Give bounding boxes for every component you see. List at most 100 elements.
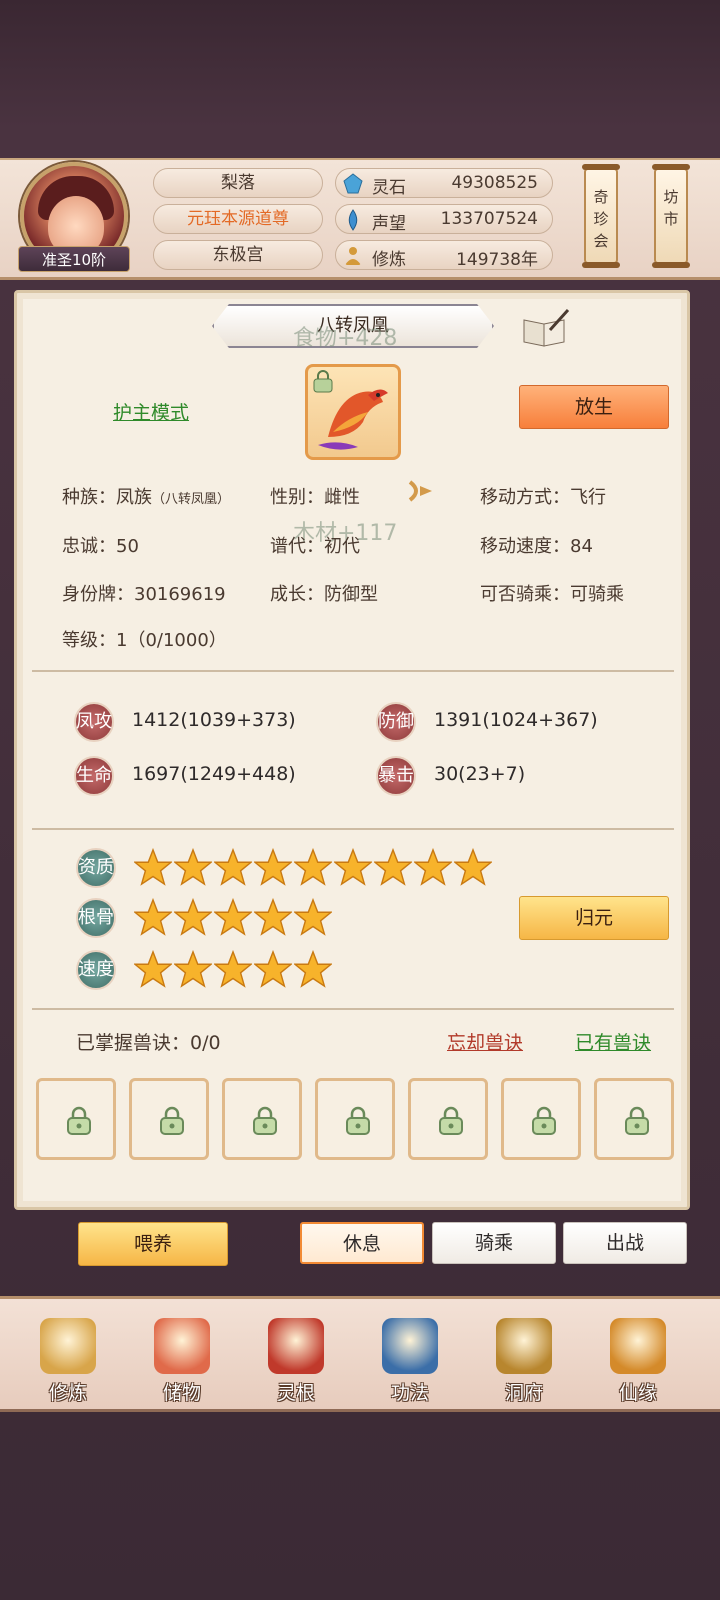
guard-mode-link[interactable]: 护主模式 xyxy=(113,398,189,425)
nav-item-cultivate[interactable]: 修炼 xyxy=(18,1318,118,1408)
floating-food-gain: 食物+428 xyxy=(293,326,398,351)
lock-icon xyxy=(67,1106,91,1135)
stat-value-defense: 1391(1024+367) xyxy=(434,709,598,731)
rideable-info: 可否骑乘：可骑乘 xyxy=(480,584,624,605)
gourd-icon xyxy=(610,1318,666,1374)
star-icon xyxy=(212,847,254,886)
player-title: 元珏本源道尊 xyxy=(153,204,323,234)
nav-item-spirit-root[interactable]: 灵根 xyxy=(246,1318,346,1408)
star-icon xyxy=(252,897,294,936)
nav-item-cave-mansion[interactable]: 洞府 xyxy=(474,1318,574,1408)
cave-mansion-icon xyxy=(496,1318,552,1374)
rating-stars-bone xyxy=(132,897,334,936)
owned-skills-link[interactable]: 已有兽诀 xyxy=(575,1028,651,1055)
rating-badge-speed: 速度 xyxy=(76,950,116,990)
ride-button[interactable]: 骑乘 xyxy=(432,1222,556,1264)
nav-label: 洞府 xyxy=(504,1382,543,1404)
loyalty-info: 忠诚：50 xyxy=(62,536,139,557)
release-button[interactable]: 放生 xyxy=(519,385,669,429)
star-icon xyxy=(332,847,374,886)
cultivate-icon xyxy=(40,1318,96,1374)
market-button[interactable]: 坊市 xyxy=(652,164,690,268)
stat-badge-defense: 防御 xyxy=(376,702,416,742)
player-name: 梨落 xyxy=(153,168,323,198)
restore-origin-button[interactable]: 归元 xyxy=(519,896,669,940)
star-icon xyxy=(292,897,334,936)
star-icon xyxy=(132,949,174,988)
resource-cultivation: 修炼 149738年 xyxy=(335,240,553,270)
lock-icon xyxy=(160,1106,184,1135)
nav-item-storage-bag[interactable]: 储物 xyxy=(132,1318,232,1408)
lock-icon xyxy=(439,1106,463,1135)
growth-info: 成长：防御型 xyxy=(270,584,378,605)
skill-slot[interactable] xyxy=(408,1078,488,1160)
move-speed-info: 移动速度：84 xyxy=(480,536,593,557)
star-icon xyxy=(372,847,414,886)
divider xyxy=(32,670,674,672)
rating-stars-speed xyxy=(132,949,334,988)
mastered-skills-count: 已掌握兽诀：0/0 xyxy=(76,1032,221,1054)
rest-button[interactable]: 休息 xyxy=(300,1222,424,1264)
star-icon xyxy=(292,949,334,988)
lock-icon xyxy=(253,1106,277,1135)
feed-button[interactable]: 喂养 xyxy=(78,1222,228,1266)
scripture-book-icon xyxy=(382,1318,438,1374)
rank-badge: 准圣10阶 xyxy=(18,246,130,272)
resource-prestige: 声望 133707524 xyxy=(335,204,553,234)
rating-stars-aptitude xyxy=(132,847,494,886)
gender-toggle-arrow-icon[interactable] xyxy=(406,478,436,504)
storage-bag-icon xyxy=(154,1318,210,1374)
book-quill-icon[interactable] xyxy=(520,308,570,348)
race-info: 种族：凤族（八转凤凰） xyxy=(62,487,231,508)
nav-label: 修炼 xyxy=(48,1382,87,1404)
nav-label: 功法 xyxy=(390,1382,429,1404)
star-icon xyxy=(412,847,454,886)
skill-slot[interactable] xyxy=(501,1078,581,1160)
divider xyxy=(32,1008,674,1010)
nav-label: 灵根 xyxy=(276,1382,315,1404)
skill-slot[interactable] xyxy=(222,1078,302,1160)
skill-slot[interactable] xyxy=(36,1078,116,1160)
rating-badge-bone: 根骨 xyxy=(76,898,116,938)
star-icon xyxy=(452,847,494,886)
spirit-root-icon xyxy=(268,1318,324,1374)
star-icon xyxy=(172,847,214,886)
skill-slot[interactable] xyxy=(129,1078,209,1160)
lock-icon xyxy=(346,1106,370,1135)
stat-value-life: 1697(1249+448) xyxy=(132,763,296,785)
stat-value-crit: 30(23+7) xyxy=(434,763,526,785)
star-icon xyxy=(252,847,294,886)
treasure-auction-button[interactable]: 奇珍会 xyxy=(582,164,620,268)
battle-button[interactable]: 出战 xyxy=(563,1222,687,1264)
star-icon xyxy=(292,847,334,886)
star-icon xyxy=(252,949,294,988)
stat-value-attack: 1412(1039+373) xyxy=(132,709,296,731)
skill-slot[interactable] xyxy=(315,1078,395,1160)
star-icon xyxy=(212,949,254,988)
nav-label: 仙缘 xyxy=(618,1382,657,1404)
divider xyxy=(32,828,674,830)
star-icon xyxy=(212,897,254,936)
meditation-icon xyxy=(345,247,361,265)
stat-badge-life: 生命 xyxy=(74,756,114,796)
rating-badge-aptitude: 资质 xyxy=(76,848,116,888)
nav-label: 储物 xyxy=(162,1382,201,1404)
nav-item-gourd[interactable]: 仙缘 xyxy=(588,1318,688,1408)
lock-icon xyxy=(532,1106,556,1135)
forget-skill-link[interactable]: 忘却兽诀 xyxy=(447,1028,523,1055)
stat-badge-crit: 暴击 xyxy=(376,756,416,796)
nav-item-scripture-book[interactable]: 功法 xyxy=(360,1318,460,1408)
player-sect: 东极宫 xyxy=(153,240,323,270)
star-icon xyxy=(132,847,174,886)
stat-badge-attack: 凤攻 xyxy=(74,702,114,742)
star-icon xyxy=(132,897,174,936)
star-icon xyxy=(172,949,214,988)
move-type-info: 移动方式：飞行 xyxy=(480,487,606,508)
prestige-icon xyxy=(348,209,358,231)
gender-info: 性别：雌性 xyxy=(270,487,360,508)
skill-slot[interactable] xyxy=(594,1078,674,1160)
generation-info: 谱代：初代 xyxy=(270,536,360,557)
lock-icon xyxy=(313,370,333,393)
id-tag-info: 身份牌：30169619 xyxy=(62,584,226,605)
star-icon xyxy=(172,897,214,936)
